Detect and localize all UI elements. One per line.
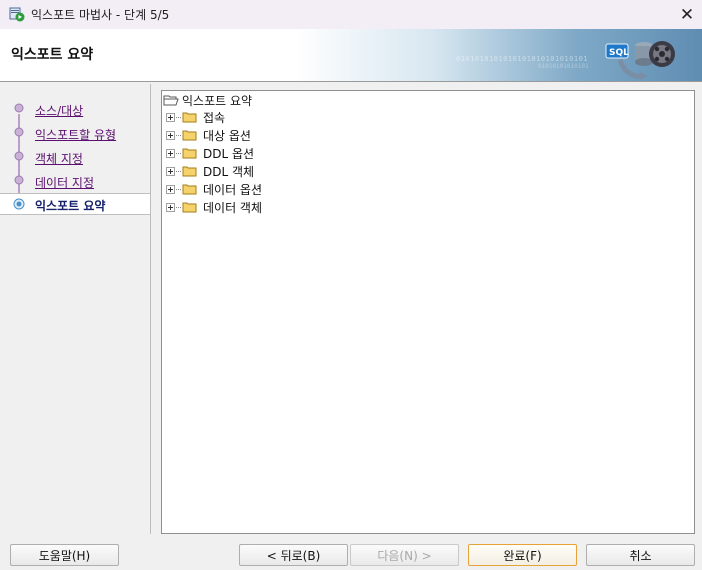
folder-icon: [182, 166, 197, 177]
wizard-app-icon: [9, 7, 25, 22]
step-label[interactable]: 소스/대상: [35, 102, 83, 119]
tree-connector: [176, 189, 181, 190]
step-source-target[interactable]: 소스/대상: [0, 99, 150, 121]
folder-icon: [182, 184, 197, 195]
step-export-types[interactable]: 익스포트할 유형: [0, 123, 150, 145]
folder-icon: [182, 130, 197, 141]
folder-icon: [182, 202, 197, 213]
tree-node-label: 데이터 객체: [203, 201, 263, 215]
cancel-button[interactable]: 취소: [586, 544, 695, 566]
step-specify-objects[interactable]: 객체 지정: [0, 147, 150, 169]
tree-node-label: 접속: [203, 111, 226, 125]
tree-node-data-options[interactable]: 데이터 옵션: [166, 180, 366, 198]
tree-node-data-objects[interactable]: 데이터 객체: [166, 198, 366, 216]
expand-icon[interactable]: [166, 149, 175, 158]
current-step-icon: [13, 198, 25, 210]
tree-connector: [176, 153, 181, 154]
step-label[interactable]: 데이터 지정: [35, 174, 94, 191]
step-node-icon: [14, 151, 24, 161]
expand-icon[interactable]: [166, 131, 175, 140]
tree-node-label: DDL 옵션: [203, 147, 255, 161]
tree-node-ddl-objects[interactable]: DDL 객체: [166, 162, 366, 180]
step-node-icon: [14, 127, 24, 137]
step-label[interactable]: 익스포트할 유형: [35, 126, 116, 143]
step-label[interactable]: 객체 지정: [35, 150, 83, 167]
step-export-summary[interactable]: 익스포트 요약: [0, 193, 150, 215]
help-button[interactable]: 도움말(H): [10, 544, 119, 566]
step-specify-data[interactable]: 데이터 지정: [0, 171, 150, 193]
window-title: 익스포트 마법사 - 단계 5/5: [31, 8, 170, 22]
header-banner: 익스포트 요약 0101010101010101010101010101 010…: [0, 29, 702, 82]
tree-node-connection[interactable]: 접속: [166, 108, 366, 126]
open-folder-icon: [163, 95, 179, 106]
title-bar: 익스포트 마법사 - 단계 5/5 ✕: [0, 0, 702, 29]
step-node-icon: [14, 175, 24, 185]
expand-icon[interactable]: [166, 167, 175, 176]
tree-node-label: 데이터 옵션: [203, 183, 263, 197]
svg-text:SQL: SQL: [609, 48, 629, 58]
expand-icon[interactable]: [166, 185, 175, 194]
finish-button[interactable]: 완료(F): [468, 544, 577, 566]
binary-decoration: 0101010101010101010101010101: [456, 55, 589, 63]
page-title: 익스포트 요약: [11, 47, 94, 63]
folder-icon: [182, 112, 197, 123]
binary-decoration-2: 01010101010101: [538, 63, 589, 70]
next-button[interactable]: 다음(N) >: [350, 544, 459, 566]
summary-tree-view[interactable]: 익스포트 요약 접속 대상 옵션 DDL 옵션 DDL 객체 데이터 옵션 데이…: [161, 90, 695, 534]
close-button[interactable]: ✕: [672, 0, 702, 29]
back-button[interactable]: < 뒤로(B): [239, 544, 348, 566]
step-node-icon: [14, 103, 24, 113]
close-icon: ✕: [679, 4, 695, 25]
tree-root-label: 익스포트 요약: [182, 94, 253, 108]
tree-connector: [176, 207, 181, 208]
sql-database-graphic: SQL: [605, 41, 675, 80]
step-label: 익스포트 요약: [35, 199, 106, 213]
expand-icon[interactable]: [166, 203, 175, 212]
tree-connector: [176, 117, 181, 118]
tree-connector: [176, 135, 181, 136]
tree-node-target-options[interactable]: 대상 옵션: [166, 126, 366, 144]
tree-node-ddl-options[interactable]: DDL 옵션: [166, 144, 366, 162]
tree-node-label: DDL 객체: [203, 165, 255, 179]
folder-icon: [182, 148, 197, 159]
tree-node-label: 대상 옵션: [203, 129, 251, 143]
expand-icon[interactable]: [166, 113, 175, 122]
tree-connector: [176, 171, 181, 172]
wizard-steps-panel: 소스/대상 익스포트할 유형 객체 지정 데이터 지정 익스포트 요약: [0, 84, 151, 534]
